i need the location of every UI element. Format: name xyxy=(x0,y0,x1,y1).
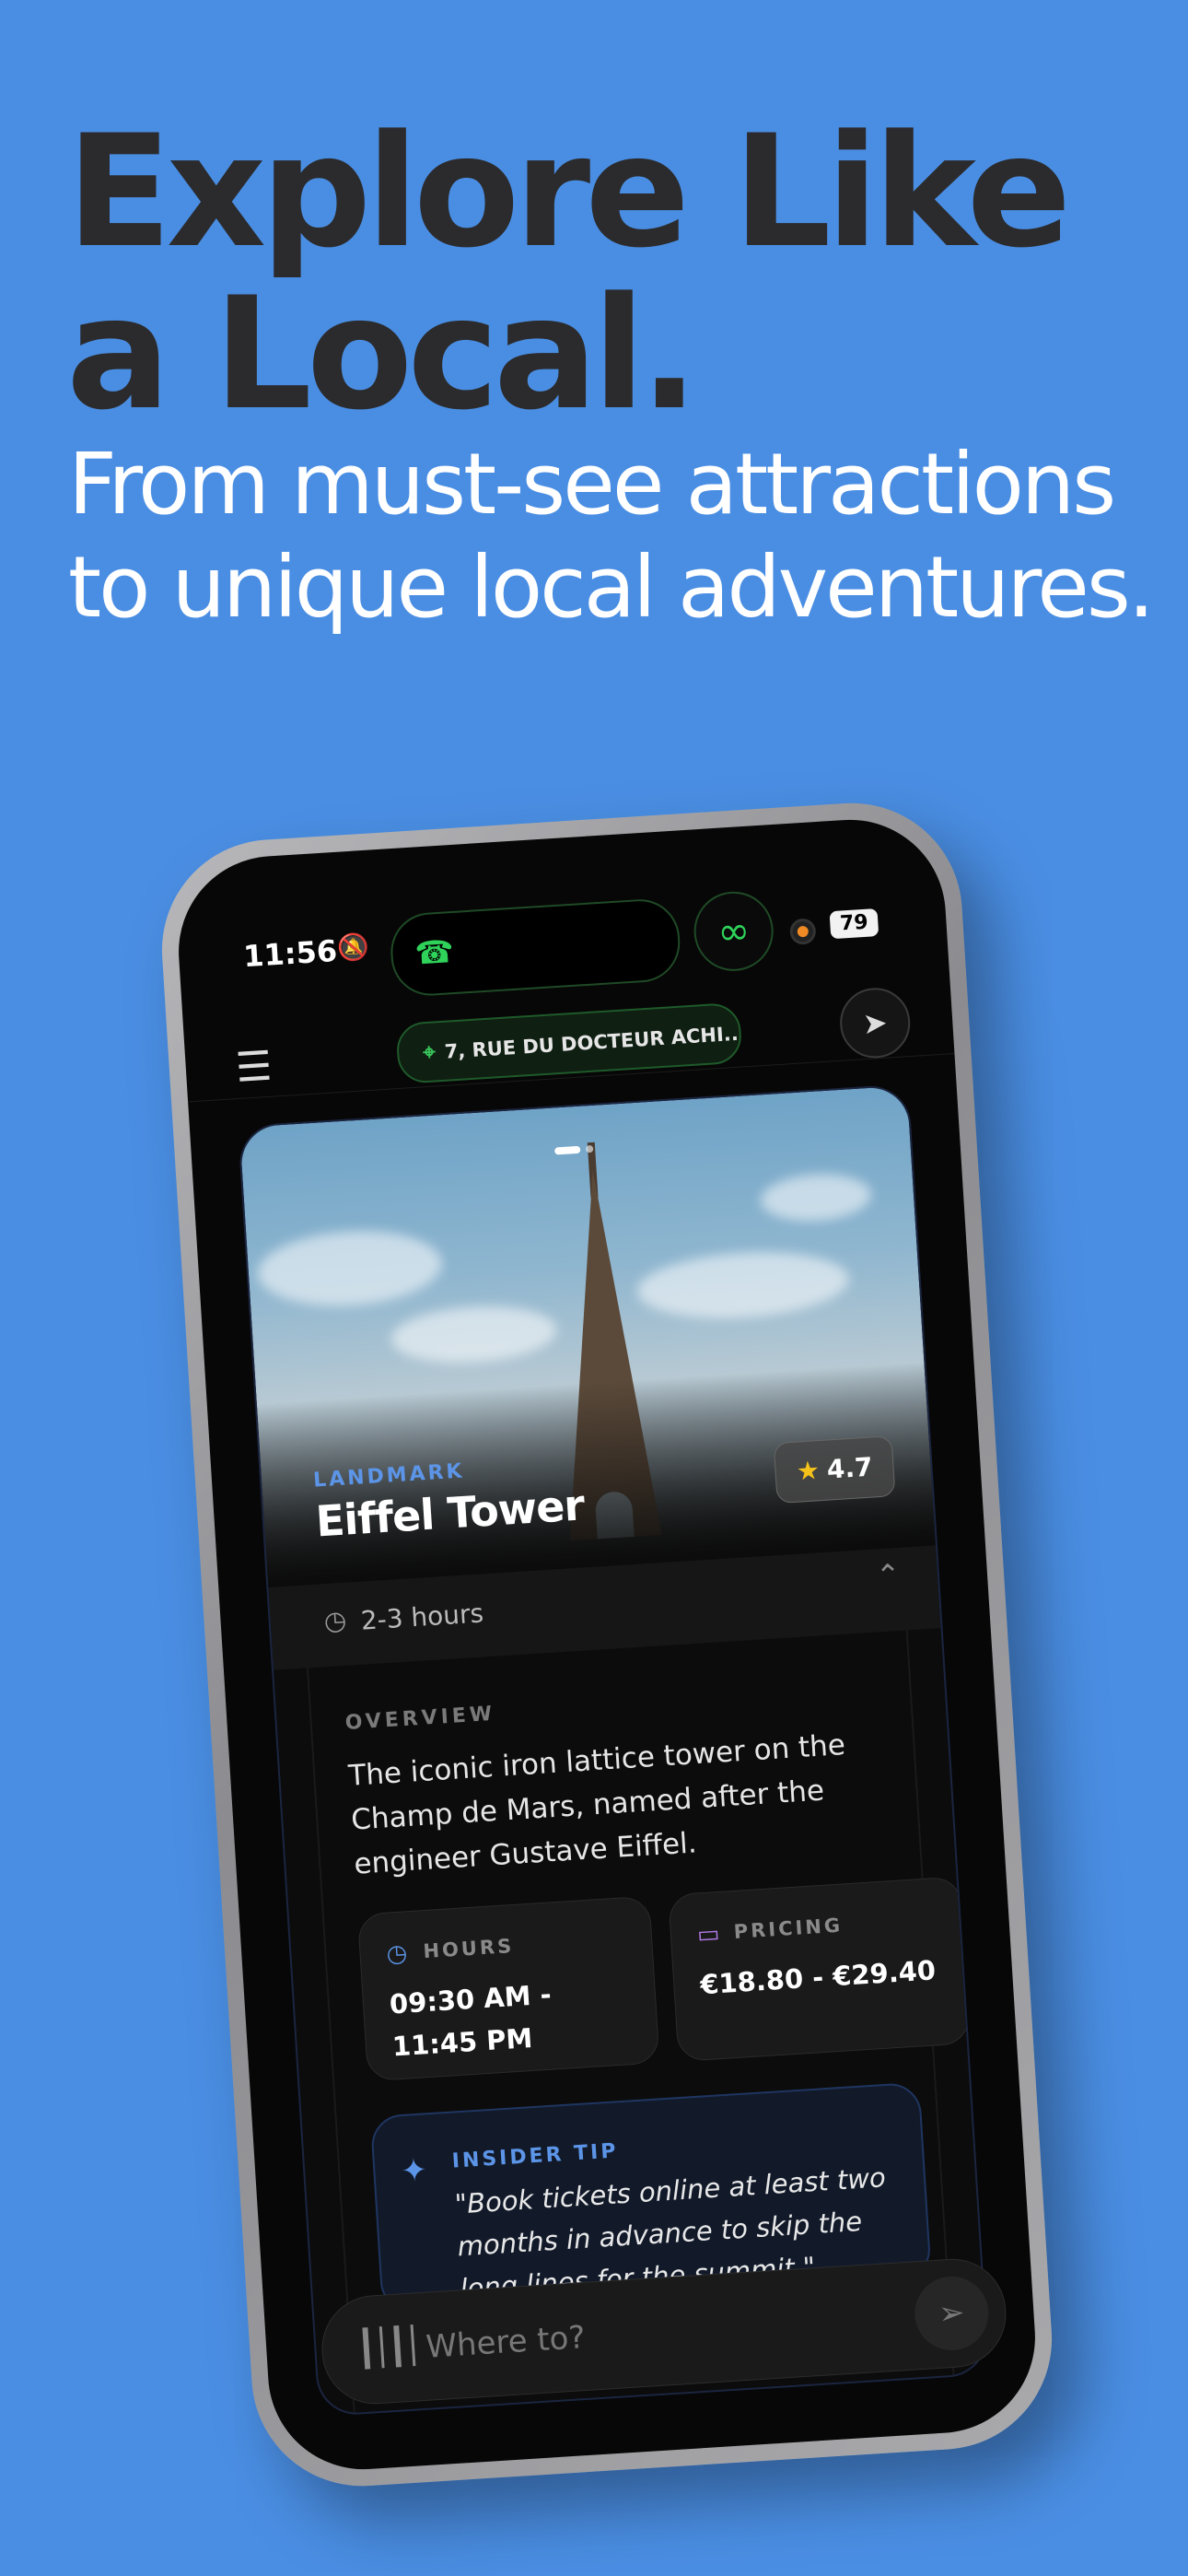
menu-icon[interactable]: ☰ xyxy=(234,1043,274,1092)
status-time: 11:56 xyxy=(242,932,339,975)
bell-slash-icon: 🔕 xyxy=(335,931,370,964)
star-icon: ★ xyxy=(795,1455,821,1487)
address-pill[interactable]: ⌖ 7, RUE DU DOCTEUR ACHI... xyxy=(395,1001,743,1084)
place-card: LANDMARK Eiffel Tower ★ 4.7 ◷ 2-3 hours ⌃… xyxy=(237,1083,990,2418)
search-input[interactable] xyxy=(422,2291,862,2376)
carousel-dots[interactable] xyxy=(553,1139,600,1159)
waveform-icon[interactable]: ┃│┃│ xyxy=(355,2324,419,2369)
credit-card-icon: ▭ xyxy=(696,1919,721,1950)
phone-icon: ☎ xyxy=(413,932,456,973)
phone-screen: 11:56 🔕 ☎ ∞ 79 ☰ ⌖ 7, RUE DU DOCTEUR ACHI… xyxy=(172,814,1042,2476)
overview-label: OVERVIEW xyxy=(344,1702,496,1735)
battery-indicator: 79 xyxy=(829,908,879,940)
send-icon[interactable]: ➢ xyxy=(912,2274,991,2353)
compass-icon[interactable]: ➤ xyxy=(837,986,913,1060)
clock-icon: ◷ xyxy=(385,1939,409,1969)
rating-value: 4.7 xyxy=(825,1451,874,1485)
link-icon[interactable]: ∞ xyxy=(692,889,776,974)
rating-badge: ★ 4.7 xyxy=(773,1435,896,1505)
chevron-up-icon[interactable]: ⌃ xyxy=(875,1557,902,1594)
pricing-label: PRICING xyxy=(733,1914,844,1943)
recording-indicator xyxy=(788,918,817,945)
insider-tip-label: INSIDER TIP xyxy=(451,2139,620,2173)
pricing-value: €18.80 - €29.40 xyxy=(699,1954,938,2001)
duration-text: 2-3 hours xyxy=(359,1598,484,1636)
hours-box: ◷ HOURS 09:30 AM - 11:45 PM xyxy=(356,1895,660,2082)
hero-image[interactable]: LANDMARK Eiffel Tower ★ 4.7 xyxy=(239,1085,936,1587)
phone-mockup: 11:56 🔕 ☎ ∞ 79 ☰ ⌖ 7, RUE DU DOCTEUR ACHI… xyxy=(155,796,1059,2493)
subheadline: From must-see attractions to unique loca… xyxy=(68,435,1155,637)
headline: Explore Like a Local. xyxy=(66,101,1071,444)
status-bar: 11:56 🔕 ☎ ∞ 79 xyxy=(176,854,947,999)
location-pin-icon: ⌖ xyxy=(422,1038,437,1066)
hours-label: HOURS xyxy=(422,1935,515,1963)
overview-text: The iconic iron lattice tower on the Cha… xyxy=(347,1728,846,1881)
address-text: 7, RUE DU DOCTEUR ACHI... xyxy=(444,1022,743,1063)
hours-value: 09:30 AM - 11:45 PM xyxy=(388,1978,553,2063)
pricing-box: ▭ PRICING €18.80 - €29.40 xyxy=(668,1876,971,2063)
clock-icon: ◷ xyxy=(322,1604,348,1637)
sparkle-icon: ✦ xyxy=(400,2151,429,2191)
